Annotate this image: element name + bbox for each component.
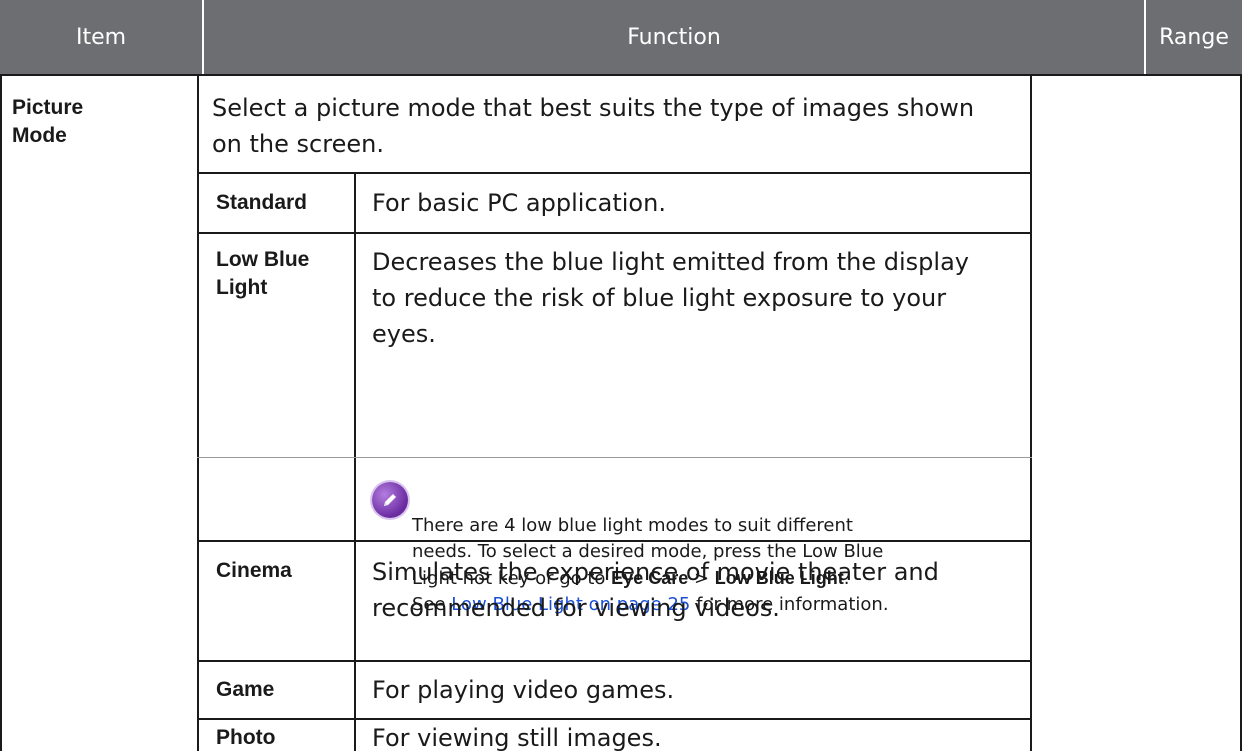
mode-name-low-blue-light: Low Blue Light (216, 246, 309, 302)
column-divider (1030, 74, 1032, 751)
mode-desc-low-blue-light: Decreases the blue light emitted from th… (372, 244, 969, 352)
description-line: Select a picture mode that best suits th… (212, 94, 975, 122)
picture-mode-description: Select a picture mode that best suits th… (212, 90, 974, 162)
item-label-picture-mode: Picture Mode (12, 94, 83, 150)
description-line: eyes. (372, 320, 436, 348)
description-line: Simulates the experience of movie theate… (372, 558, 939, 586)
description-line: recommended for viewing videos. (372, 594, 780, 622)
description-line: to reduce the risk of blue light exposur… (372, 284, 947, 312)
subcolumn-divider (354, 172, 356, 751)
settings-table: Item Function Range Picture Mode Select … (0, 0, 1242, 752)
note-line: There are 4 low blue light modes to suit… (412, 515, 853, 536)
mode-name-cinema: Cinema (216, 559, 292, 582)
mode-desc-standard: For basic PC application. (372, 189, 666, 217)
row-divider (197, 172, 1032, 174)
mode-name-line: Light (216, 276, 268, 299)
column-header-function: Function (204, 0, 1144, 74)
pencil-glyph (384, 494, 396, 506)
row-divider (197, 660, 1032, 662)
column-header-range: Range (1146, 0, 1242, 74)
item-label-line: Picture (12, 96, 84, 119)
mode-name-photo: Photo (216, 726, 276, 749)
column-header-item: Item (0, 0, 202, 74)
item-label-line: Mode (12, 124, 67, 147)
column-divider (197, 74, 199, 751)
description-line: on the screen. (212, 130, 384, 158)
table-border-left (0, 74, 2, 751)
mode-name-game: Game (216, 678, 275, 701)
mode-name-standard: Standard (216, 191, 308, 214)
mode-desc-cinema: Simulates the experience of movie theate… (372, 554, 939, 626)
description-line: Decreases the blue light emitted from th… (372, 248, 969, 276)
mode-desc-game: For playing video games. (372, 676, 675, 704)
row-divider (0, 74, 1242, 76)
note-divider (197, 457, 1032, 458)
mode-name-line: Low Blue (216, 248, 310, 271)
pencil-icon (372, 482, 408, 518)
row-divider (197, 232, 1032, 234)
